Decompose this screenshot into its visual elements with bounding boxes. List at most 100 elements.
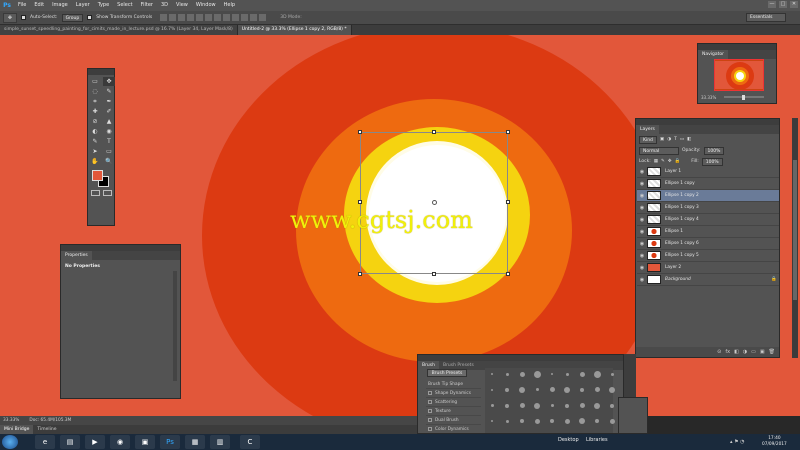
brush-tip-preset[interactable] [562, 386, 572, 394]
brush-tip-preset[interactable] [562, 417, 572, 425]
brush-tip-preset[interactable] [532, 417, 542, 425]
layer-row[interactable]: ◉ Layer 2 [637, 262, 779, 274]
menu-window[interactable]: Window [192, 0, 220, 11]
brush-tip-preset[interactable] [577, 402, 587, 410]
ie-icon[interactable]: e [35, 435, 55, 449]
new-group-icon[interactable]: ▭ [751, 349, 756, 355]
menu-type[interactable]: Type [94, 0, 113, 11]
checkbox[interactable] [428, 427, 432, 431]
gradient-tool-icon[interactable]: ◉ [103, 127, 115, 136]
visibility-eye-icon[interactable]: ◉ [637, 205, 647, 211]
start-button[interactable] [2, 435, 18, 449]
visibility-eye-icon[interactable]: ◉ [637, 169, 647, 175]
brush-tool-icon[interactable]: ✐ [103, 107, 115, 116]
align-left-icon[interactable] [187, 14, 195, 21]
align-vcenter-icon[interactable] [169, 14, 177, 21]
brush-tip-preset[interactable] [517, 417, 527, 425]
distribute-right-icon[interactable] [259, 14, 267, 21]
menu-filter[interactable]: Filter [137, 0, 157, 11]
adjustment-layer-icon[interactable]: ◑ [743, 349, 747, 355]
transform-handle-tl[interactable] [358, 130, 362, 134]
menu-image[interactable]: Image [48, 0, 72, 11]
brush-tip-preset[interactable] [607, 402, 617, 410]
filter-smart-icon[interactable]: ◧ [687, 137, 691, 142]
brush-tip-preset[interactable] [532, 370, 542, 378]
add-mask-icon[interactable]: ◧ [734, 349, 739, 355]
brush-option-color-dynamics[interactable]: Color Dynamics [426, 425, 481, 433]
filter-kind-select[interactable]: Kind [639, 135, 657, 144]
filter-shape-icon[interactable]: ▭ [680, 137, 684, 142]
transform-handle-br[interactable] [506, 272, 510, 276]
navigator-zoom-knob[interactable] [742, 95, 745, 100]
layer-row[interactable]: ◉ Ellipse 1 copy 2 [637, 190, 779, 202]
brush-tip-preset[interactable] [517, 386, 527, 394]
visibility-eye-icon[interactable]: ◉ [637, 193, 647, 199]
auto-select-dropdown[interactable]: Group [61, 13, 84, 22]
history-brush-tool-icon[interactable]: ▲ [103, 117, 115, 126]
visibility-eye-icon[interactable]: ◉ [637, 277, 647, 283]
move-tool-icon[interactable]: ✥ [3, 12, 17, 23]
status-zoom[interactable]: 33.33% [3, 418, 19, 423]
brush-tip-preset[interactable] [592, 386, 602, 394]
marquee-tool-icon[interactable]: ▭ [89, 77, 101, 86]
brush-tip-preset[interactable] [487, 417, 497, 425]
align-top-icon[interactable] [160, 14, 168, 21]
fx-icon[interactable]: fx [725, 349, 730, 355]
explorer-icon[interactable]: ▤ [60, 435, 80, 449]
brush-tip-preset[interactable] [502, 402, 512, 410]
brush-tip-preset[interactable] [517, 402, 527, 410]
brush-tip-preset[interactable] [487, 402, 497, 410]
lock-pixels-icon[interactable]: ✎ [661, 159, 665, 164]
opacity-input[interactable]: 100% [703, 146, 725, 155]
transform-handle-tr[interactable] [506, 130, 510, 134]
brush-tip-preset[interactable] [547, 370, 557, 378]
shape-tool-icon[interactable]: ▭ [103, 147, 115, 156]
align-bottom-icon[interactable] [178, 14, 186, 21]
brush-tip-preset[interactable] [517, 370, 527, 378]
brush-tip-preset[interactable] [592, 417, 602, 425]
calculator-icon[interactable]: ▦ [185, 435, 205, 449]
tab-document-1[interactable]: simple_sunset_speedling_painting_for_cim… [0, 25, 238, 35]
tab-mini-bridge[interactable]: Mini Bridge [0, 425, 34, 434]
brush-tip-preset[interactable] [532, 386, 542, 394]
brush-tip-preset[interactable] [502, 386, 512, 394]
brush-tip-preset[interactable] [547, 417, 557, 425]
blend-mode-select[interactable]: Normal [639, 146, 679, 155]
layer-row[interactable]: ◉ Ellipse 1 copy 4 [637, 214, 779, 226]
menu-layer[interactable]: Layer [72, 0, 94, 11]
brush-tip-preset[interactable] [502, 417, 512, 425]
libraries-toolbar-label[interactable]: Libraries [586, 437, 608, 443]
brush-tip-preset[interactable] [502, 370, 512, 378]
delete-layer-icon[interactable]: 🗑 [769, 349, 775, 355]
brush-tip-preset[interactable] [487, 386, 497, 394]
visibility-eye-icon[interactable]: ◉ [637, 181, 647, 187]
checkbox[interactable] [428, 418, 432, 422]
checkbox[interactable] [428, 391, 432, 395]
brush-tip-preset[interactable] [532, 402, 542, 410]
align-hcenter-icon[interactable] [196, 14, 204, 21]
filter-pixel-icon[interactable]: ▣ [660, 137, 664, 142]
brush-tip-preset[interactable] [607, 386, 617, 394]
lasso-tool-icon[interactable]: ◌ [89, 87, 101, 96]
workspace-select[interactable]: Essentials [746, 13, 786, 22]
transform-handle-mr[interactable] [506, 200, 510, 204]
layer-row[interactable]: ◉ Ellipse 1 [637, 226, 779, 238]
checkbox[interactable] [428, 409, 432, 413]
maximize-button[interactable]: □ [779, 1, 787, 8]
pen-tool-icon[interactable]: ✎ [89, 137, 101, 146]
type-tool-icon[interactable]: T [103, 137, 115, 146]
checkbox[interactable] [428, 400, 432, 404]
hand-tool-icon[interactable]: ✋ [89, 157, 101, 166]
brush-tip-preset[interactable] [577, 417, 587, 425]
lock-transparency-icon[interactable]: ▦ [654, 159, 658, 164]
tab-document-2[interactable]: Untitled-2 @ 33.3% (Ellipse 1 copy 2, RG… [237, 25, 352, 35]
distribute-bottom-icon[interactable] [232, 14, 240, 21]
notes-icon[interactable]: ▥ [210, 435, 230, 449]
brush-tip-preset[interactable] [547, 402, 557, 410]
visibility-eye-icon[interactable]: ◉ [637, 229, 647, 235]
filter-type-icon[interactable]: T [674, 137, 677, 142]
fill-input[interactable]: 100% [701, 157, 723, 166]
screen-mode-icon[interactable] [103, 190, 112, 196]
photoshop-logo[interactable]: Ps [0, 0, 14, 11]
brush-tip-preset[interactable] [577, 370, 587, 378]
